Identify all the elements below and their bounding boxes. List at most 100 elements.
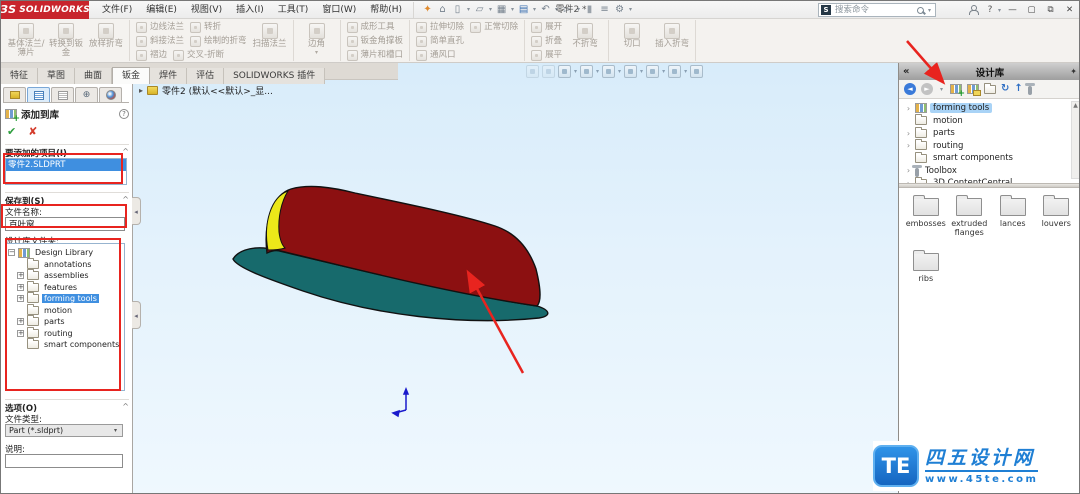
close-button[interactable]: ✕: [1060, 1, 1079, 19]
dropdown-icon[interactable]: ▾: [487, 6, 494, 13]
design-library-forward-button[interactable]: ►: [921, 83, 933, 95]
ribbon-button[interactable]: 转换到钣金: [47, 21, 85, 58]
ribbon-button[interactable]: 褶边: [134, 49, 169, 62]
cancel-button[interactable]: ✘: [28, 125, 37, 138]
ribbon-button[interactable]: 边线法兰: [134, 21, 186, 34]
expand-icon[interactable]: ›: [905, 179, 912, 183]
ribbon-button[interactable]: 钣金角撑板: [345, 35, 406, 48]
design-library-add-to-library-button[interactable]: [950, 84, 965, 99]
help-icon[interactable]: ?: [984, 5, 996, 15]
design-library-add-file-location-button[interactable]: [967, 84, 981, 96]
ribbon-button[interactable]: 斜接法兰: [134, 35, 186, 48]
menu-item-2[interactable]: 视图(V): [184, 1, 229, 19]
pm-tab-display-manager[interactable]: [99, 87, 122, 102]
plus-expander-icon[interactable]: +: [17, 329, 24, 337]
dropdown-icon[interactable]: ▾: [315, 50, 318, 56]
design-library-tree-item[interactable]: › 3D ContentCentral: [905, 176, 1079, 183]
hide-show-items-icon[interactable]: [624, 65, 638, 78]
ribbon-button[interactable]: 薄片和槽口: [345, 49, 406, 62]
design-library-tree-item[interactable]: motion: [905, 114, 1079, 128]
library-folder[interactable]: extruded flanges: [949, 195, 991, 237]
ribbon-button[interactable]: 通风口: [414, 49, 458, 62]
open-icon[interactable]: ▱: [472, 2, 487, 18]
ribbon-button[interactable]: 折叠: [529, 35, 564, 48]
library-tree-item[interactable]: + assemblies: [6, 269, 124, 282]
expand-icon[interactable]: ›: [905, 104, 912, 113]
ribbon-button[interactable]: 转折: [188, 21, 223, 34]
library-tree-item[interactable]: − Design Library: [6, 247, 124, 259]
tree-scrollbar[interactable]: ▲: [1071, 101, 1079, 179]
scroll-up-icon[interactable]: ▲: [1072, 102, 1079, 109]
tab-6[interactable]: SOLIDWORKS 插件: [224, 68, 326, 84]
display-style-icon[interactable]: [602, 65, 616, 78]
dropdown-icon[interactable]: ▾: [112, 427, 119, 434]
pane-splitter-handle[interactable]: ◂: [132, 197, 141, 225]
ribbon-button[interactable]: 插入折弯: [653, 21, 691, 49]
user-account-icon[interactable]: [968, 5, 979, 15]
ribbon-button[interactable]: 拉伸切除: [414, 21, 466, 34]
ok-button[interactable]: ✔: [7, 125, 16, 138]
library-tree-item[interactable]: + features: [6, 280, 124, 294]
pin-icon[interactable]: ✦: [420, 2, 435, 18]
ribbon-button[interactable]: 扫描法兰: [251, 21, 289, 49]
ribbon-button[interactable]: 成形工具: [345, 21, 397, 34]
library-folder[interactable]: louvers: [1036, 195, 1078, 237]
design-library-tree-item[interactable]: › Toolbox: [905, 164, 1079, 178]
ribbon-button[interactable]: 正常切除: [468, 21, 520, 34]
search-dropdown-icon[interactable]: ▾: [926, 7, 933, 14]
graphics-viewport[interactable]: ▾ ▾ ▾ ▾ ▾ ▾ ▸ 零件2 (默认<<默认>_显...: [133, 63, 898, 493]
plus-expander-icon[interactable]: +: [17, 295, 24, 303]
menu-item-0[interactable]: 文件(F): [95, 1, 139, 19]
tab-4[interactable]: 焊件: [150, 68, 188, 84]
menu-item-4[interactable]: 工具(T): [271, 1, 316, 19]
library-folder[interactable]: lances: [992, 195, 1034, 237]
pm-tab-property-manager[interactable]: [27, 87, 50, 102]
dropdown-icon[interactable]: ▾: [596, 68, 599, 75]
collapse-chevron-icon[interactable]: ^: [122, 402, 129, 414]
view-settings-icon[interactable]: [690, 65, 704, 78]
minus-expander-icon[interactable]: −: [8, 249, 15, 257]
minimize-button[interactable]: —: [1003, 1, 1022, 19]
menu-item-3[interactable]: 插入(I): [229, 1, 271, 19]
tab-5[interactable]: 评估: [187, 68, 225, 84]
ribbon-button[interactable]: 边角 ▾: [298, 21, 336, 56]
design-library-folder-tree[interactable]: − Design Library annotations + assemblies + fe…: [5, 243, 125, 391]
ribbon-button[interactable]: 切口: [613, 21, 651, 49]
search-input[interactable]: [833, 4, 915, 16]
plus-expander-icon[interactable]: +: [17, 272, 24, 280]
design-library-create-new-folder-button[interactable]: [984, 82, 996, 94]
design-library-tree-item[interactable]: smart components: [905, 151, 1079, 165]
pm-tab-part[interactable]: [3, 87, 26, 102]
expand-icon[interactable]: ›: [905, 141, 912, 150]
help-dropdown-icon[interactable]: ▾: [996, 7, 1003, 14]
plus-expander-icon[interactable]: +: [17, 318, 24, 326]
items-to-add-listbox[interactable]: 零件2.SLDPRT: [5, 158, 127, 185]
dropdown-icon[interactable]: ▾: [574, 68, 577, 75]
view-orientation-icon[interactable]: [580, 65, 594, 78]
scene-icon[interactable]: [668, 65, 682, 78]
library-folder[interactable]: embosses: [905, 195, 947, 237]
library-tree-item[interactable]: smart components: [6, 338, 124, 351]
menu-item-6[interactable]: 帮助(H): [363, 1, 409, 19]
ribbon-button[interactable]: 绘制的折弯: [188, 35, 249, 48]
design-library-tree-item[interactable]: › forming tools: [905, 102, 1079, 115]
description-input[interactable]: [5, 454, 123, 468]
ribbon-button[interactable]: 基体法兰/薄片: [7, 21, 45, 58]
home-icon[interactable]: ⌂: [435, 2, 450, 18]
section-view-icon[interactable]: [558, 65, 571, 78]
expand-icon[interactable]: ›: [905, 129, 912, 138]
help-icon[interactable]: ?: [119, 109, 129, 119]
zoom-fit-icon[interactable]: [526, 65, 539, 78]
appearances-icon[interactable]: [646, 65, 660, 78]
tab-1[interactable]: 草图: [38, 68, 76, 84]
pm-tab-dimxpert[interactable]: ⊕: [75, 87, 98, 102]
menu-item-5[interactable]: 窗口(W): [315, 1, 363, 19]
ribbon-button[interactable]: 展开: [529, 21, 564, 34]
design-library-tree[interactable]: ▲ › forming tools motion › parts › routing smar…: [899, 99, 1079, 183]
expand-icon[interactable]: ›: [905, 166, 912, 175]
library-tree-item[interactable]: + parts: [6, 315, 124, 328]
ribbon-button[interactable]: 展平: [529, 49, 564, 62]
dropdown-icon[interactable]: ▾: [938, 86, 945, 93]
plus-expander-icon[interactable]: +: [17, 283, 24, 291]
design-library-tree-item[interactable]: › parts: [905, 126, 1079, 140]
